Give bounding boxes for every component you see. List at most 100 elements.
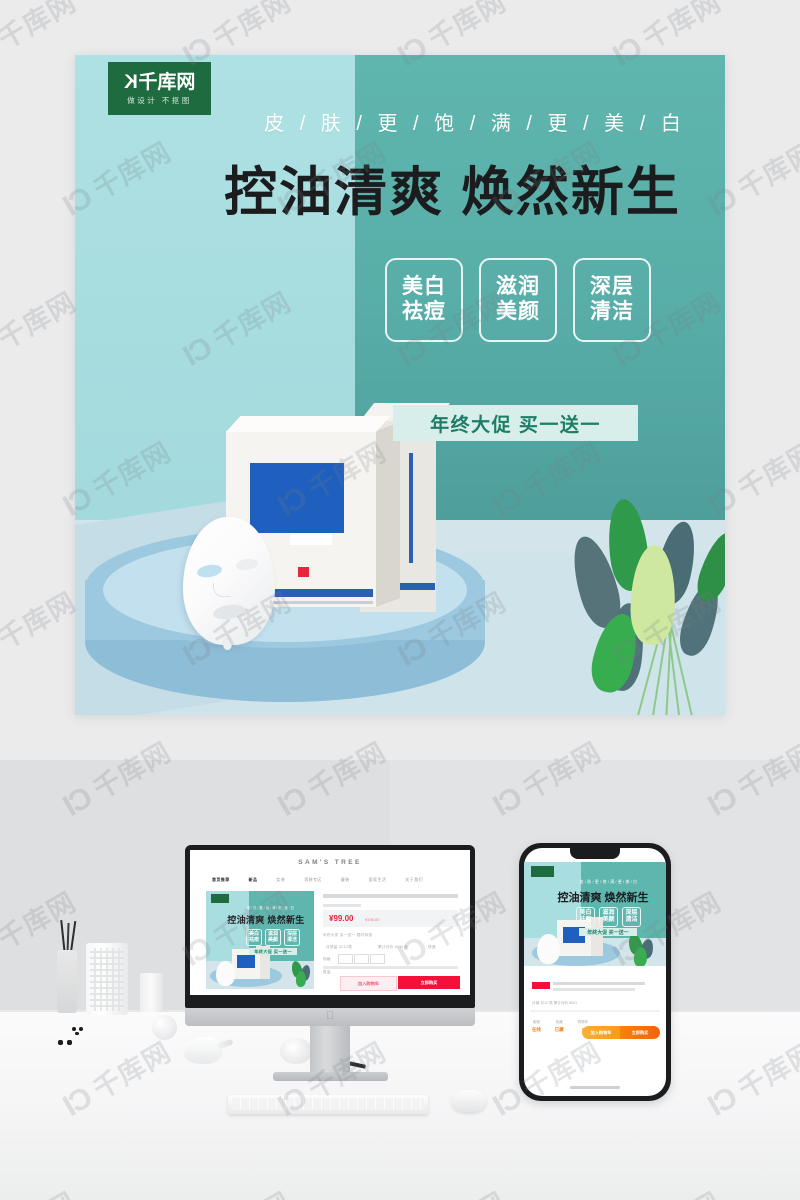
product-promo-note: 年终大促 买一送一 限时特惠 (323, 933, 373, 937)
mask-nose (213, 583, 231, 597)
product-spec-1: 累计评价 8921条 (378, 945, 408, 949)
badge-deep-cleansing: 深层 清洁 (573, 258, 651, 342)
option-2[interactable] (370, 954, 385, 964)
banner-promo-bar: 年终大促 买一送一 (393, 405, 638, 441)
phone-mini-logo (531, 866, 554, 877)
phone-notch (570, 848, 620, 859)
logo-tagline: 做设计 不抠图 (127, 95, 192, 105)
nav-item-3[interactable]: 男装专区 (304, 877, 322, 883)
watermark: IƆ 千库网 (0, 0, 82, 73)
mini-subheadline: 皮/肤/更/饱/满/更/美/白 (246, 906, 296, 910)
product-option-label: 规格 (323, 957, 331, 961)
banner-subheadline: 皮 / 肤 / 更 / 饱 / 满 / 更 / 美 / 白 (264, 113, 686, 135)
product-price-label (323, 904, 361, 907)
crumpled-paper (280, 1038, 312, 1064)
phone-product-image[interactable]: 皮/肤/更/饱/满/更/美/白 控油清爽 焕然新生 美白 祛痘 滋润 美颜 深层 (524, 862, 666, 966)
phone-product-meta: 月销 3212 笔 累计评价 8921 (532, 1001, 578, 1005)
phone-mini-badge-1: 滋润 美颜 (599, 907, 618, 927)
site-title: SAM'S TREE (298, 859, 362, 866)
phone-mini-badges: 美白 祛痘 滋润 美颜 深层 清洁 (576, 907, 641, 927)
phone-buy-now-button[interactable]: 立即购买 (620, 1026, 660, 1039)
product-old-price: ¥198.00 (365, 917, 380, 922)
buy-now-button[interactable]: 立即购买 (398, 976, 460, 989)
badge-line-2: 清洁 (590, 300, 634, 323)
logo-name: 千库网 (138, 71, 196, 93)
nav-item-6[interactable]: 关于我们 (405, 877, 423, 883)
apple-logo-icon:  (326, 1011, 335, 1022)
watermark: IƆ 千库网 (0, 286, 82, 373)
mask-eye-left (196, 563, 223, 579)
badge-whitening: 美白 祛痘 (385, 258, 463, 342)
pen-holder-white (86, 943, 128, 1015)
mouse[interactable] (452, 1090, 486, 1112)
monitor-screen[interactable]: SAM'S TREE 首页推荐 新品 女装 男装专区 童装 居家生活 关于我们 (190, 850, 470, 995)
product-box-primary-top (226, 416, 391, 432)
nav-item-2[interactable]: 女装 (276, 877, 285, 883)
main-banner: K千库网 做设计 不抠图 皮 / 肤 / 更 / 饱 / 满 / 更 / 美 /… (75, 55, 725, 715)
nav-item-4[interactable]: 童装 (341, 877, 350, 883)
nav-item-1[interactable]: 新品 (249, 877, 258, 883)
badge-line-1: 美白 (402, 275, 446, 299)
phone-mini-plant (626, 932, 659, 966)
desk-scene: SAM'S TREE 首页推荐 新品 女装 男装专区 童装 居家生活 关于我们 (0, 760, 800, 1200)
detail-divider (323, 966, 458, 969)
option-1[interactable] (354, 954, 369, 964)
smartphone-mockup: 皮/肤/更/饱/满/更/美/白 控油清爽 焕然新生 美白 祛痘 滋润 美颜 深层 (519, 843, 671, 1101)
imac-monitor: SAM'S TREE 首页推荐 新品 女装 男装专区 童装 居家生活 关于我们 (185, 845, 475, 1081)
mini-badge-2: 深层 清洁 (284, 929, 300, 946)
ceramic-bird (184, 1037, 222, 1064)
mini-badges: 美白 祛痘 滋润 美颜 深层 清洁 (246, 929, 300, 946)
mask-mouth (212, 602, 246, 622)
badge-line-2: 祛痘 (402, 300, 446, 323)
phone-mini-promo: 年终大促 买一送一 (579, 928, 637, 936)
product-quantity-label: 数量 (323, 970, 331, 974)
mini-promo: 年终大促 买一送一 (249, 948, 297, 955)
phone-mini-badge-2: 深层 清洁 (622, 907, 641, 927)
product-title (323, 894, 458, 898)
facial-sheet-mask (183, 517, 275, 650)
monitor-stand-foot (273, 1072, 388, 1081)
nav-item-0[interactable]: 首页推荐 (212, 877, 230, 883)
phone-product-tag (532, 982, 550, 989)
nav-item-5[interactable]: 居家生活 (369, 877, 387, 883)
site-nav[interactable]: 首页推荐 新品 女装 男装专区 童装 居家生活 关于我们 (212, 877, 423, 883)
product-box-label-tab (290, 533, 332, 545)
mini-logo (211, 894, 229, 903)
product-spec-0: 月销量 3212笔 (326, 945, 353, 949)
phone-home-indicator (570, 1086, 620, 1089)
screenshot-stage: K千库网 做设计 不抠图 皮 / 肤 / 更 / 饱 / 满 / 更 / 美 /… (0, 0, 800, 1200)
mini-badge-1: 滋润 美颜 (265, 929, 281, 946)
product-box-secondary-stripe (409, 453, 413, 563)
phone-add-to-cart-button[interactable]: 加入购物车 (582, 1026, 620, 1039)
badge-moisturizing: 滋润 美颜 (479, 258, 557, 342)
phone-action-1[interactable]: 收藏 已藏 (555, 1020, 564, 1033)
badge-line-1: 深层 (590, 275, 634, 299)
pen-holder-marble (57, 950, 77, 1013)
phone-divider (530, 1010, 660, 1012)
monitor-stand-neck (310, 1026, 350, 1074)
mini-badge-0: 美白 祛痘 (246, 929, 262, 946)
product-image[interactable]: 皮/肤/更/饱/满/更/美/白 控油清爽 焕然新生 美白 祛痘 滋润 美颜 深层 (206, 891, 314, 989)
add-to-cart-button[interactable]: 加入购物车 (340, 976, 397, 991)
mini-headline: 控油清爽 焕然新生 (227, 915, 305, 925)
phone-product-title-line2 (553, 988, 635, 991)
badge-line-2: 美颜 (496, 300, 540, 323)
logo-text: K千库网 (124, 71, 196, 93)
option-0[interactable] (338, 954, 353, 964)
phone-mini-badge-0: 美白 祛痘 (576, 907, 595, 927)
product-box-side (376, 422, 400, 607)
phone-screen[interactable]: 皮/肤/更/饱/满/更/美/白 控油清爽 焕然新生 美白 祛痘 滋润 美颜 深层 (524, 848, 666, 1096)
banner-badges: 美白 祛痘 滋润 美颜 深层 清洁 (385, 258, 651, 342)
product-box-red-accent (298, 567, 309, 577)
mask-eye-right (235, 557, 259, 572)
keyboard[interactable] (228, 1095, 428, 1114)
product-box-window (250, 463, 344, 533)
phone-action-columns[interactable]: 客服 在线 收藏 已藏 购物车 3 (532, 1020, 588, 1033)
banana-leaf-plant (555, 491, 725, 715)
watermark: IƆ 千库网 (0, 586, 82, 673)
phone-mini-subheadline: 皮/肤/更/饱/满/更/美/白 (579, 880, 639, 884)
phone-action-0[interactable]: 客服 在线 (532, 1020, 541, 1033)
phone-product-title (553, 982, 645, 985)
product-spec-2: 快递 (428, 945, 436, 949)
phone-mini-headline: 控油清爽 焕然新生 (557, 892, 649, 904)
